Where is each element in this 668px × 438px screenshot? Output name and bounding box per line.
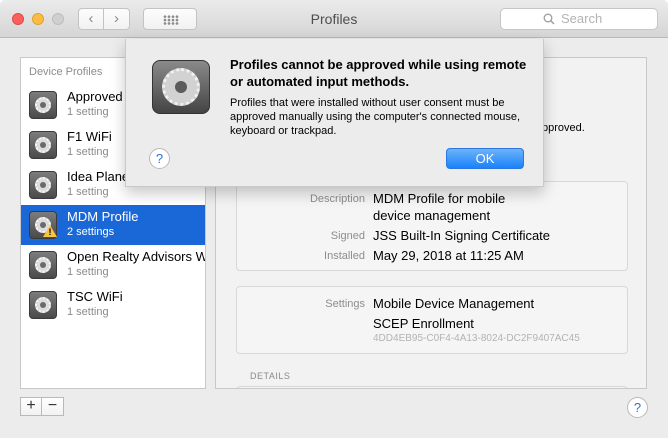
settings-identifier: 4DD4EB95-C0F4-4A13-8024-DC2F9407AC45 bbox=[373, 333, 580, 344]
settings-group: Settings Mobile Device Management SCEP E… bbox=[236, 286, 628, 354]
profile-name: MDM Profile bbox=[67, 209, 139, 224]
installed-value: May 29, 2018 at 11:25 AM bbox=[373, 248, 524, 263]
description-label: Description bbox=[309, 193, 365, 205]
profile-name: TSC WiFi bbox=[67, 289, 123, 304]
profile-setting-count: 1 setting bbox=[67, 306, 109, 318]
details-group bbox=[236, 386, 628, 388]
description-value-line-1: MDM Profile for mobile bbox=[373, 191, 506, 206]
profile-gear-icon bbox=[29, 251, 57, 279]
description-value-line-2: device management bbox=[373, 208, 491, 223]
profile-gear-icon bbox=[29, 291, 57, 319]
signed-label: Signed bbox=[330, 230, 365, 242]
alert-title: Profiles cannot be approved while using … bbox=[230, 57, 527, 89]
profile-gear-icon bbox=[29, 171, 57, 199]
sidebar-item-mdm-profile[interactable]: ! MDM Profile 2 settings bbox=[21, 205, 205, 245]
profile-name: Open Realty Advisors WiFi bbox=[67, 249, 205, 264]
settings-label: Settings bbox=[325, 298, 365, 310]
alert-message: Profiles that were installed without use… bbox=[230, 97, 521, 137]
search-field[interactable]: Search bbox=[500, 8, 658, 30]
search-placeholder: Search bbox=[561, 11, 603, 26]
ok-button[interactable]: OK bbox=[446, 148, 524, 169]
sidebar-header: Device Profiles bbox=[29, 66, 103, 78]
add-profile-button[interactable]: + bbox=[20, 397, 42, 416]
help-button[interactable]: ? bbox=[627, 397, 648, 418]
profile-setting-count: 2 settings bbox=[67, 226, 115, 238]
settings-value-scep: SCEP Enrollment bbox=[373, 316, 474, 331]
sidebar-item-open-realty-advisors-wifi[interactable]: Open Realty Advisors WiFi 1 setting bbox=[21, 245, 205, 285]
alert-help-button[interactable]: ? bbox=[149, 148, 170, 169]
settings-value-mdm: Mobile Device Management bbox=[373, 296, 535, 311]
sidebar-item-tsc-wifi[interactable]: TSC WiFi 1 setting bbox=[21, 285, 205, 325]
remove-profile-button[interactable]: − bbox=[42, 397, 64, 416]
profile-info-group: Description MDM Profile for mobile devic… bbox=[236, 181, 628, 271]
profiles-window: ‹ › Profiles Search Device Profiles Appr… bbox=[0, 0, 668, 438]
profile-setting-count: 1 setting bbox=[67, 186, 109, 198]
profile-gear-icon bbox=[29, 91, 57, 119]
profile-setting-count: 1 setting bbox=[67, 106, 109, 118]
installed-label: Installed bbox=[324, 250, 365, 262]
approval-status-text: pproved. bbox=[542, 122, 585, 134]
warning-mark: ! bbox=[48, 227, 52, 237]
profile-setting-count: 1 setting bbox=[67, 146, 109, 158]
profile-gear-icon bbox=[29, 131, 57, 159]
profile-setting-count: 1 setting bbox=[67, 266, 109, 278]
title-bar: ‹ › Profiles Search bbox=[0, 0, 668, 38]
alert-sheet: Profiles cannot be approved while using … bbox=[125, 39, 544, 187]
details-section-label: DETAILS bbox=[250, 371, 291, 381]
system-preferences-gear-icon bbox=[152, 60, 210, 114]
signed-value: JSS Built-In Signing Certificate bbox=[373, 228, 551, 243]
search-icon bbox=[543, 13, 555, 25]
